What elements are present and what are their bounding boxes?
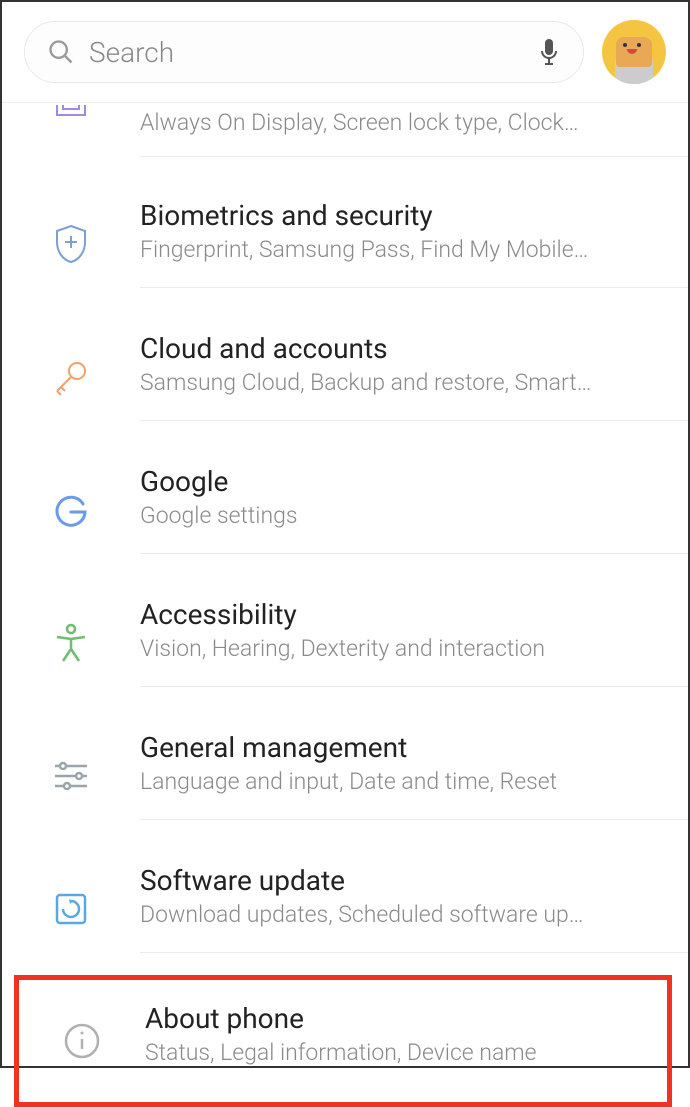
settings-item-software[interactable]: Software update Download updates, Schedu…: [2, 842, 688, 975]
settings-item-cloud[interactable]: Cloud and accounts Samsung Cloud, Backup…: [2, 310, 688, 443]
key-icon: [49, 355, 93, 399]
shield-icon: [49, 222, 93, 266]
header: Search: [2, 2, 688, 103]
accessibility-icon: [49, 621, 93, 665]
item-subtitle: Language and input, Date and time, Reset: [140, 768, 650, 795]
settings-list: Always On Display, Screen lock type, Clo…: [2, 103, 688, 1107]
item-subtitle: Vision, Hearing, Dexterity and interacti…: [140, 635, 650, 662]
item-subtitle: Status, Legal information, Device name: [145, 1039, 647, 1066]
item-subtitle: Download updates, Scheduled software up…: [140, 901, 650, 928]
search-bar[interactable]: Search: [24, 21, 584, 83]
settings-item-lockscreen[interactable]: Always On Display, Screen lock type, Clo…: [2, 103, 688, 177]
settings-item-about[interactable]: About phone Status, Legal information, D…: [19, 980, 667, 1102]
update-icon: [49, 887, 93, 931]
item-subtitle: Google settings: [140, 502, 650, 529]
settings-item-accessibility[interactable]: Accessibility Vision, Hearing, Dexterity…: [2, 576, 688, 709]
google-icon: [49, 488, 93, 532]
item-subtitle: Fingerprint, Samsung Pass, Find My Mobil…: [140, 236, 650, 263]
search-icon: [47, 38, 75, 66]
item-title: Accessibility: [140, 598, 668, 631]
mic-icon[interactable]: [537, 37, 561, 67]
settings-item-google[interactable]: Google Google settings: [2, 443, 688, 576]
item-title: Biometrics and security: [140, 199, 668, 232]
item-title: Cloud and accounts: [140, 332, 668, 365]
info-icon: [60, 1019, 104, 1063]
profile-avatar[interactable]: [602, 20, 666, 84]
settings-item-biometrics[interactable]: Biometrics and security Fingerprint, Sam…: [2, 177, 688, 310]
sliders-icon: [49, 754, 93, 798]
item-subtitle: Always On Display, Screen lock type, Clo…: [140, 109, 650, 136]
settings-item-general[interactable]: General management Language and input, D…: [2, 709, 688, 842]
item-title: Google: [140, 465, 668, 498]
item-title: About phone: [145, 1002, 647, 1035]
item-title: Software update: [140, 864, 668, 897]
about-phone-highlight: About phone Status, Legal information, D…: [14, 975, 672, 1107]
lockscreen-icon: [49, 105, 93, 149]
item-subtitle: Samsung Cloud, Backup and restore, Smart…: [140, 369, 650, 396]
item-title: General management: [140, 731, 668, 764]
search-placeholder: Search: [89, 36, 523, 69]
